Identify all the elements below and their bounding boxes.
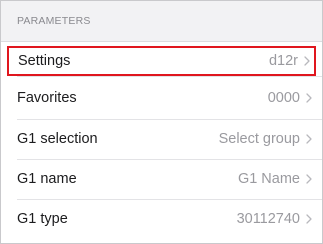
row-value-group: 30112740 — [237, 211, 312, 227]
row-value-group: Select group — [219, 131, 312, 147]
row-value: d12r — [268, 53, 298, 69]
row-value-group: d12r — [269, 53, 310, 69]
row-value: 0000 — [267, 89, 300, 106]
chevron-right-icon — [304, 56, 310, 66]
row-value: G1 Name — [237, 171, 300, 187]
row-g1-type[interactable]: G1 type 30112740 — [1, 199, 322, 239]
row-label: G1 selection — [17, 131, 98, 147]
parameters-panel: PARAMETERS Settings d12r Favorites 0000 … — [0, 0, 323, 244]
row-g1-selection[interactable]: G1 selection Select group — [1, 119, 322, 159]
row-label: Settings — [18, 53, 71, 69]
section-title: PARAMETERS — [17, 15, 91, 27]
row-value-group: 0000 — [268, 90, 312, 106]
row-value-group: G1 Name — [238, 171, 312, 187]
row-value: Select group — [218, 131, 300, 147]
row-label: G1 name — [17, 171, 77, 187]
row-favorites[interactable]: Favorites 0000 — [1, 76, 322, 119]
chevron-right-icon — [306, 134, 312, 144]
section-header: PARAMETERS — [1, 1, 322, 42]
chevron-right-icon — [306, 174, 312, 184]
row-value: 30112740 — [236, 211, 300, 227]
row-label: G1 type — [17, 211, 68, 227]
row-label: Favorites — [17, 89, 77, 106]
row-g1-name[interactable]: G1 name G1 Name — [1, 159, 322, 199]
chevron-right-icon — [306, 214, 312, 224]
chevron-right-icon — [306, 92, 312, 103]
row-settings[interactable]: Settings d12r — [7, 46, 316, 76]
